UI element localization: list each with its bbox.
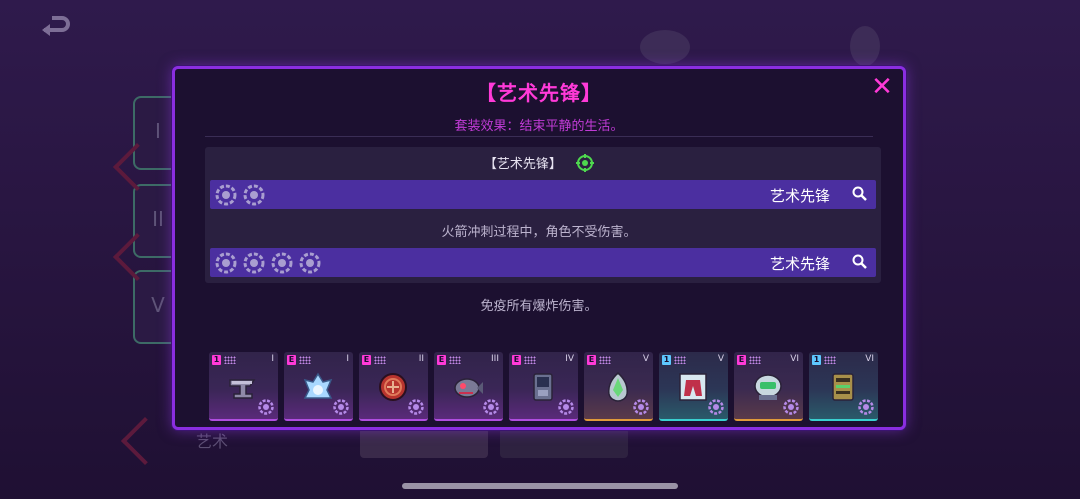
gear-slot-icon: [708, 399, 724, 415]
bg-decoration: [640, 30, 690, 64]
item-card[interactable]: 1 V: [659, 352, 728, 421]
set-bonus-dialog: 【艺术先锋】 ✕ 套装效果：结束平静的生活。 【艺术先锋】 艺术先锋 火箭冲刺过…: [172, 66, 906, 430]
item-dots: [224, 356, 236, 364]
gear-slot-icon: [333, 399, 349, 415]
bg-bottom-button: [500, 428, 628, 458]
item-card[interactable]: 1 I: [209, 352, 278, 421]
piece-slots: [214, 251, 322, 275]
set-items-row: 1 I E I E II E III E IV E V 1 V E VI 1 V…: [209, 352, 878, 421]
gear-slot-icon: [783, 399, 799, 415]
shield-orb-icon: [379, 373, 407, 401]
item-dots: [524, 356, 536, 364]
close-icon[interactable]: ✕: [869, 74, 895, 100]
gear-slot-icon: [215, 252, 237, 274]
item-badge: E: [512, 355, 521, 365]
gear-slot-icon: [483, 399, 499, 415]
gear-slot-icon: [243, 252, 265, 274]
item-card[interactable]: 1 VI: [809, 352, 878, 421]
jacket-card-icon: [679, 373, 707, 401]
bonus-description: 火箭冲刺过程中，角色不受伤害。: [441, 225, 637, 240]
item-badge: 1: [662, 355, 671, 365]
item-badge: E: [587, 355, 596, 365]
gear-slot-icon: [215, 184, 237, 206]
bg-decoration: [850, 26, 880, 66]
gear-slot-icon: [243, 184, 265, 206]
item-tier: VI: [865, 354, 874, 364]
bonus-label: 艺术先锋: [769, 187, 830, 205]
item-tier: I: [346, 354, 349, 364]
item-card[interactable]: E VI: [734, 352, 803, 421]
piece-slots: [214, 183, 266, 207]
item-tier: V: [642, 354, 649, 364]
item-dots: [299, 356, 311, 364]
robot-fish-icon: [454, 378, 483, 398]
gear-slot-icon: [633, 399, 649, 415]
set-effect-text: 套装效果：结束平静的生活。: [454, 119, 624, 134]
item-tier: V: [717, 354, 724, 364]
item-card[interactable]: E II: [359, 352, 428, 421]
item-dots: [599, 356, 611, 364]
item-tier: I: [271, 354, 274, 364]
item-dots: [749, 356, 761, 364]
search-icon[interactable]: [852, 254, 868, 270]
crystal-egg-icon: [608, 372, 628, 402]
dialog-title: 【艺术先锋】: [476, 81, 602, 105]
item-badge: E: [737, 355, 746, 365]
item-card[interactable]: E III: [434, 352, 503, 421]
book-device-icon: [832, 373, 854, 401]
spirit-icon: [303, 372, 333, 399]
item-dots: [449, 356, 461, 364]
gear-slot-icon: [271, 252, 293, 274]
gear-slot-icon: [858, 399, 874, 415]
item-card[interactable]: E I: [284, 352, 353, 421]
search-icon[interactable]: [852, 186, 868, 202]
bonus-label: 艺术先锋: [769, 255, 830, 273]
item-tier: IV: [565, 354, 574, 364]
item-dots: [374, 356, 386, 364]
phone-device-icon: [533, 373, 553, 401]
item-badge: E: [362, 355, 371, 365]
home-indicator[interactable]: [402, 483, 678, 489]
divider: [205, 136, 873, 137]
item-badge: E: [437, 355, 446, 365]
helmet-bot-icon: [754, 374, 782, 400]
anvil-icon: [229, 379, 256, 399]
item-tier: II: [418, 354, 424, 364]
item-card[interactable]: E V: [584, 352, 653, 421]
item-badge: 1: [812, 355, 821, 365]
item-dots: [824, 356, 836, 364]
back-arrow-icon[interactable]: [40, 16, 72, 38]
bonus-bar-2-piece[interactable]: 艺术先锋: [210, 180, 876, 209]
item-badge: 1: [212, 355, 221, 365]
gear-slot-icon: [558, 399, 574, 415]
bonus-bar-4-piece[interactable]: 艺术先锋: [210, 248, 876, 277]
item-badge: E: [287, 355, 296, 365]
item-dots: [674, 356, 686, 364]
bg-bottom-button: [360, 428, 488, 458]
item-tier: III: [491, 354, 499, 364]
set-name: 【艺术先锋】: [483, 157, 562, 172]
set-name-row: 【艺术先锋】: [175, 153, 903, 172]
target-icon: [576, 154, 595, 172]
gear-slot-icon: [258, 399, 274, 415]
bonus-description: 免疫所有爆炸伤害。: [480, 299, 598, 314]
gear-slot-icon: [299, 252, 321, 274]
bg-bottom-label: 艺术: [196, 432, 229, 451]
item-card[interactable]: E IV: [509, 352, 578, 421]
item-tier: VI: [790, 354, 799, 364]
gear-slot-icon: [408, 399, 424, 415]
